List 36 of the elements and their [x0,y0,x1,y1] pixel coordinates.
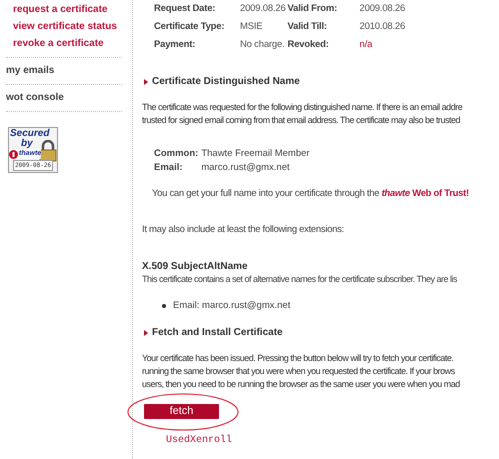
paragraph-line: users, then you need to be running the browser as the same user you were when you mad [142,378,460,391]
sidebar-link[interactable]: view certificate status [6,20,117,34]
fetch-button[interactable]: fetch [144,404,219,419]
paragraph-line: The certificate was requested for the following distinguished name. If there is an email addre [142,101,462,114]
sidebar-link[interactable]: revoke a certificate [6,37,104,51]
paragraph-line: running the same browser that you were when you requested the certificate. If your brows [142,364,455,378]
field-value: Thawte Freemail Member [201,147,310,160]
field-value: n/a [360,38,374,51]
field-value: MSIE [240,20,264,33]
field-value: No charge. [240,38,286,51]
field-value: 2009.08.26 [360,2,406,15]
extension-title: X.509 SubjectAltName [142,260,248,272]
field-label: Revoked: [288,38,330,51]
field-value: 2010.08.26 [360,20,406,33]
sidebar-item[interactable]: wot console [6,91,64,105]
paragraph-line: Your certificate has been issued. Pressing the button below will try to fetch your certificate. [142,352,454,365]
status-note: UsedXenroll [166,434,232,447]
section-heading: Fetch and Install Certificate [152,326,283,340]
paragraph-line: trusted for signed email coming from that email address. The certificate may also be trusted [142,114,460,127]
field-label: Email: [154,161,184,174]
field-value: marco.rust@gmx.net [201,161,290,174]
field-label: Valid From: [288,2,338,15]
web-of-trust-link[interactable]: thawte Web of Trust! [382,188,469,199]
list-item: Email: marco.rust@gmx.net [173,298,290,312]
field-label: Payment: [154,38,196,51]
field-label: Request Date: [154,2,216,15]
sidebar-link[interactable]: request a certificate [6,3,108,17]
field-value: 2009.08.26 [240,2,286,15]
sidebar-item[interactable]: my emails [6,64,54,78]
field-label: Common: [154,147,198,160]
wot-note: You can get your full name into your certificate through the thawte Web of Trust! [152,187,469,201]
field-label: Valid Till: [288,20,328,33]
extensions-intro: It may also include at least the following extensions: [142,223,344,238]
field-label: Certificate Type: [154,20,226,33]
extension-text: This certificate contains a set of alternative names for the certificate subscriber. They are lis [142,272,457,286]
section-heading: Certificate Distinguished Name [152,75,300,89]
